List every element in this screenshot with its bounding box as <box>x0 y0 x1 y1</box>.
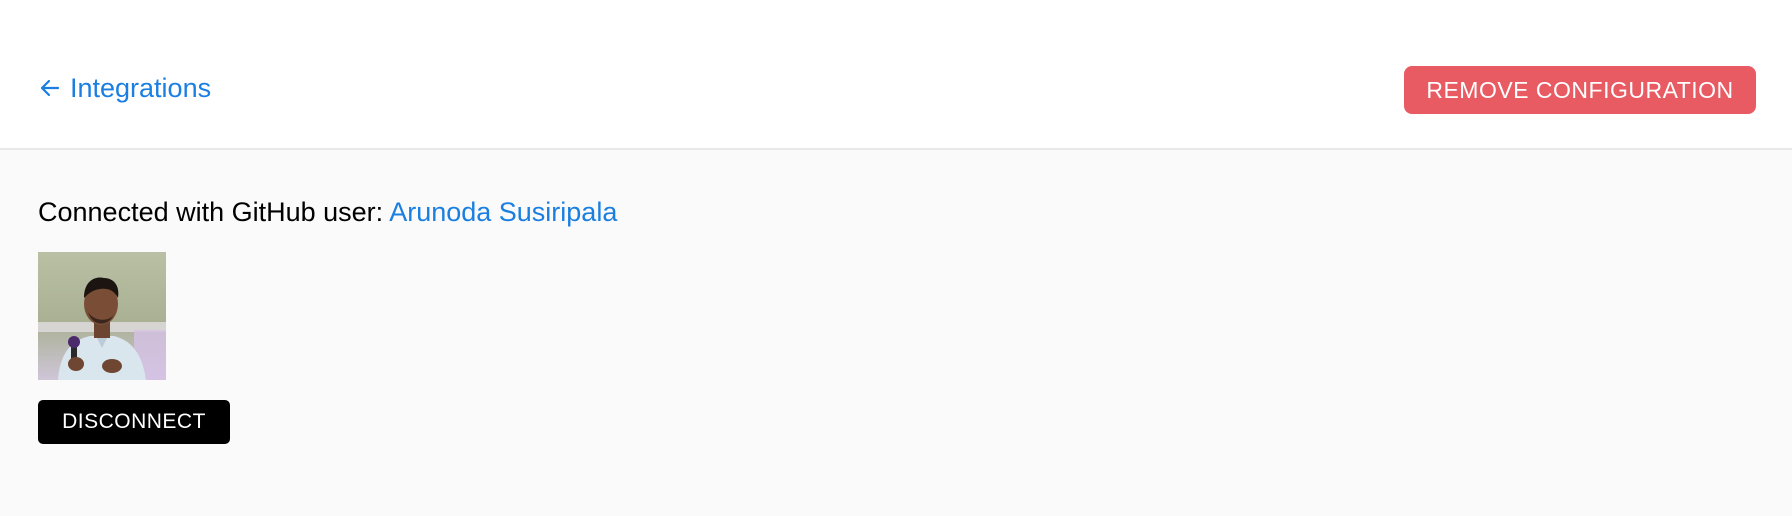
remove-configuration-button[interactable]: REMOVE CONFIGURATION <box>1404 66 1756 114</box>
connection-info: Connected with GitHub user: Arunoda Susi… <box>38 194 617 230</box>
avatar <box>38 252 166 380</box>
connected-status-text: Connected with GitHub user: Arunoda Susi… <box>38 194 617 230</box>
back-link-label: Integrations <box>70 72 212 103</box>
github-user-link[interactable]: Arunoda Susiripala <box>389 197 617 227</box>
connected-prefix: Connected with GitHub user: <box>38 197 390 227</box>
back-to-integrations-link[interactable]: Integrations <box>38 70 211 106</box>
disconnect-button[interactable]: DISCONNECT <box>38 400 230 444</box>
arrow-left-icon <box>38 76 62 100</box>
page-header: Integrations REMOVE CONFIGURATION <box>0 0 1792 150</box>
